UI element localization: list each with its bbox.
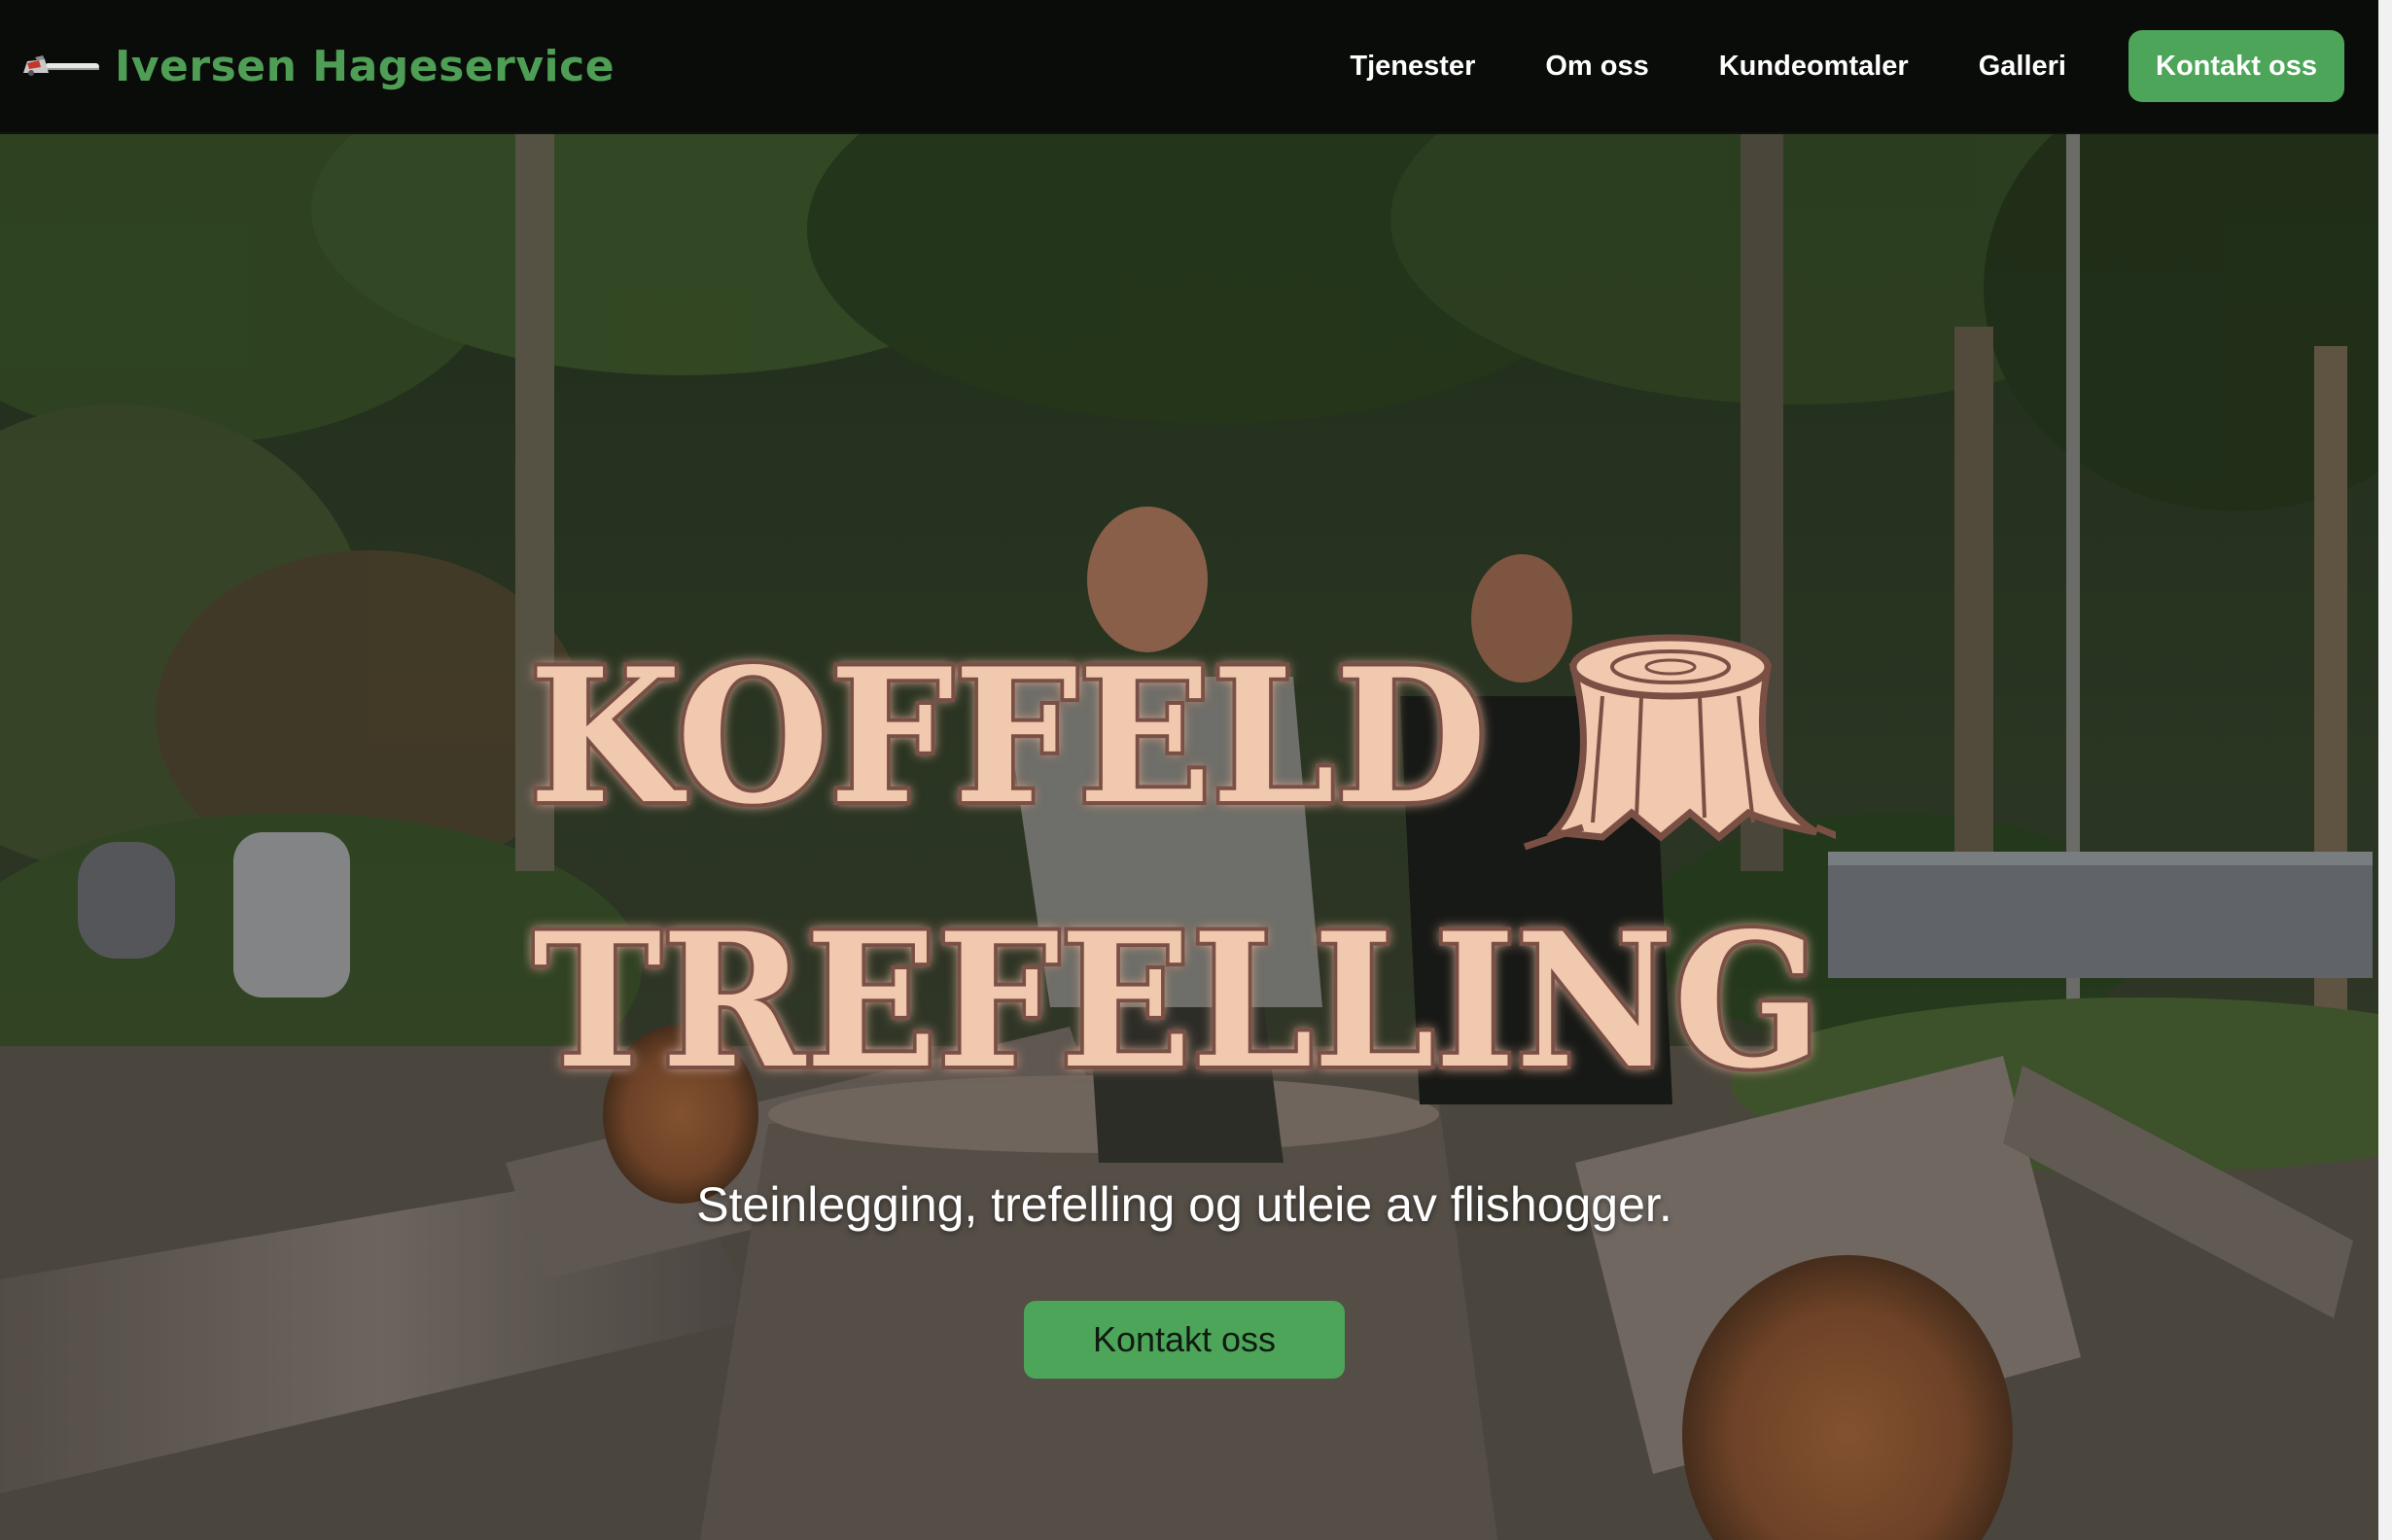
navbar: Iversen Hageservice Tjenester Om oss Kun… [0,0,2378,134]
brand-name: Iversen Hageservice [115,41,616,91]
nav-links: Tjenester Om oss Kundeomtaler Galleri Ko… [1350,0,2344,132]
hero-logo: KOFFELD TREFELLING [525,624,1836,1104]
nav-contact-button[interactable]: Kontakt oss [2128,30,2344,102]
nav-link-kundeomtaler[interactable]: Kundeomtaler [1719,51,1909,83]
logo-line-2: TREFELLING [533,892,1821,1104]
hero-contact-button[interactable]: Kontakt oss [1024,1301,1345,1379]
hero-section: KOFFELD TREFELLING Steinlegging, trefell… [0,132,2378,1540]
hero-content: KOFFELD TREFELLING Steinlegging, trefell… [0,132,2378,1540]
page: Iversen Hageservice Tjenester Om oss Kun… [0,0,2392,1540]
logo-line-1: KOFFELD [529,628,1487,845]
nav-link-galleri[interactable]: Galleri [1979,51,2066,83]
nav-link-tjenester[interactable]: Tjenester [1350,51,1475,83]
scrollbar[interactable] [2378,0,2392,1540]
tree-stump-icon [1523,634,1836,851]
brand[interactable]: Iversen Hageservice [21,0,615,132]
chainsaw-icon [23,55,99,76]
hero-tagline: Steinlegging, trefelling og utleie av fl… [696,1177,1672,1232]
nav-link-om-oss[interactable]: Om oss [1545,51,1648,83]
